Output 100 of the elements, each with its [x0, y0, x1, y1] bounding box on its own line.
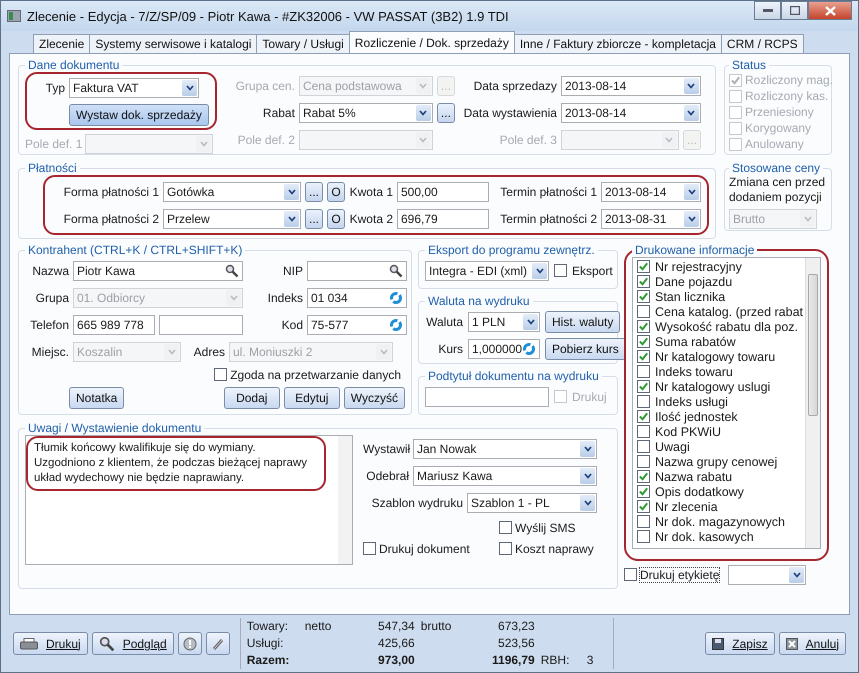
issue-document-button[interactable]: Wystaw dok. sprzedaży	[69, 104, 209, 126]
clear-button[interactable]: Wyczyść	[344, 387, 405, 409]
checkbox[interactable]	[637, 440, 650, 453]
tab[interactable]: Rozliczenie / Dok. sprzedaży	[348, 31, 515, 53]
pen-icon	[210, 636, 225, 650]
date-picker[interactable]: 2013-08-31	[601, 208, 701, 228]
checkbox-label: Drukuj etykietę	[640, 568, 720, 582]
tab[interactable]: Zlecenie	[33, 34, 90, 53]
group-title: Dane dokumentu	[27, 58, 120, 72]
checkbox[interactable]	[637, 410, 650, 423]
currency-history-button[interactable]: Hist. waluty	[545, 310, 620, 332]
checkbox[interactable]	[637, 350, 650, 363]
checkbox[interactable]	[637, 470, 650, 483]
export-format-dropdown[interactable]: Integra - EDI (xml)	[425, 260, 549, 280]
checkbox[interactable]	[637, 275, 650, 288]
field-label: Grupa	[34, 290, 69, 304]
edit-button[interactable]: Edytuj	[284, 387, 340, 409]
postal-code-field[interactable]: 75-577	[307, 314, 407, 334]
checkbox-label: Nr katalogowy towaru	[655, 350, 776, 364]
checkbox[interactable]	[363, 542, 376, 555]
field-label: Grupa cen.	[234, 78, 295, 92]
checkbox[interactable]	[637, 500, 650, 513]
phone-field[interactable]: 665 989 778	[73, 314, 155, 334]
refresh-icon[interactable]	[389, 318, 403, 332]
tab[interactable]: Inne / Faktury zbiorcze - kompletacja	[514, 34, 722, 53]
tool-button[interactable]	[206, 632, 230, 655]
more-button[interactable]: ...	[305, 208, 323, 228]
type-dropdown[interactable]: Faktura VAT	[69, 78, 199, 98]
more-button[interactable]: ...	[436, 102, 455, 122]
checkbox[interactable]	[554, 264, 567, 277]
tab[interactable]: CRM / RCPS	[720, 34, 804, 53]
save-button[interactable]: Zapisz	[705, 632, 775, 655]
note-button[interactable]: Notatka	[69, 387, 124, 409]
scrollbar[interactable]	[805, 258, 820, 548]
amount-field[interactable]: 500,00	[397, 182, 489, 202]
checkbox[interactable]	[637, 380, 650, 393]
more-button[interactable]: ...	[305, 182, 323, 202]
rate-field[interactable]: 1,000000	[468, 338, 540, 358]
option-button[interactable]: O	[327, 208, 345, 228]
field-label: Termin płatności 1	[499, 184, 597, 198]
checkbox-label: Indeks towaru	[655, 364, 733, 378]
checkbox-label: Uwagi	[655, 440, 690, 454]
issued-by-dropdown[interactable]: Jan Nowak	[413, 438, 597, 458]
checkbox[interactable]	[637, 305, 650, 318]
date-picker[interactable]: 2013-08-14	[601, 182, 701, 202]
fetch-rate-button[interactable]: Pobierz kurs	[545, 338, 626, 360]
checkbox[interactable]	[637, 395, 650, 408]
name-field[interactable]: Piotr Kawa	[73, 260, 243, 280]
print-button[interactable]: Drukuj	[13, 632, 88, 655]
info-button[interactable]	[178, 632, 202, 655]
magnifier-icon	[98, 636, 115, 652]
nip-field[interactable]	[307, 260, 407, 280]
tab[interactable]: Towary / Usługi	[256, 34, 350, 53]
maximize-button[interactable]	[781, 1, 808, 20]
subtitle-field[interactable]	[425, 386, 549, 406]
checkbox[interactable]	[637, 320, 650, 333]
preview-button[interactable]: Podgląd	[92, 632, 174, 655]
date-picker[interactable]: 2013-08-14	[560, 102, 701, 122]
search-icon[interactable]	[225, 264, 239, 278]
checkbox[interactable]	[637, 260, 650, 273]
checkbox[interactable]	[499, 521, 512, 534]
discount-dropdown[interactable]: Rabat 5%	[298, 102, 433, 122]
tab[interactable]: Systemy serwisowe i katalogi	[89, 34, 258, 53]
phone-field[interactable]	[159, 314, 243, 334]
close-button[interactable]	[808, 1, 852, 20]
checkbox[interactable]	[637, 425, 650, 438]
checkbox[interactable]	[214, 368, 228, 381]
amount-field[interactable]: 696,79	[397, 208, 489, 228]
payment-method-dropdown[interactable]: Gotówka	[163, 182, 301, 202]
group-title: Podtytuł dokumentu na wydruku	[427, 369, 600, 383]
date-picker[interactable]: 2013-08-14	[560, 76, 701, 96]
refresh-icon[interactable]	[389, 290, 403, 304]
notes-text-area[interactable]: Tłumik końcowy kwalifikuje się do wymiany. Uzgodniono z klientem, że podczas bieżącej naprawy układ wydechowy nie będzie naprawiany.	[25, 435, 353, 565]
checkbox[interactable]	[637, 530, 650, 543]
currency-dropdown[interactable]: 1 PLN	[468, 312, 540, 332]
print-template-dropdown[interactable]: Szablon 1 - PL	[467, 492, 597, 512]
total-label: Towary:	[246, 618, 290, 635]
field-label: Szablon wydruku	[370, 496, 463, 510]
checkbox[interactable]	[637, 485, 650, 498]
add-button[interactable]: Dodaj	[224, 387, 280, 409]
checkbox-label: Korygowany	[745, 121, 812, 135]
received-by-dropdown[interactable]: Mariusz Kawa	[413, 466, 597, 486]
checkbox[interactable]	[637, 365, 650, 378]
index-field[interactable]: 01 034	[307, 288, 407, 308]
checkbox-label: Nazwa rabatu	[655, 470, 732, 484]
field-label: Waluta	[425, 314, 463, 328]
search-icon[interactable]	[389, 264, 403, 278]
checkbox[interactable]	[637, 335, 650, 348]
checkbox[interactable]	[637, 515, 650, 528]
minimize-button[interactable]	[754, 1, 781, 20]
option-button[interactable]: O	[327, 182, 345, 202]
scrollbar[interactable]	[338, 436, 352, 564]
checkbox[interactable]	[499, 542, 512, 555]
checkbox-label: Opis dodatkowy	[655, 484, 744, 498]
cancel-button[interactable]: Anuluj	[778, 632, 846, 655]
payment-method-dropdown[interactable]: Przelew	[163, 208, 301, 228]
checkbox[interactable]	[624, 568, 637, 581]
checkbox[interactable]	[637, 455, 650, 468]
checkbox[interactable]	[637, 290, 650, 303]
refresh-icon[interactable]	[522, 342, 536, 356]
